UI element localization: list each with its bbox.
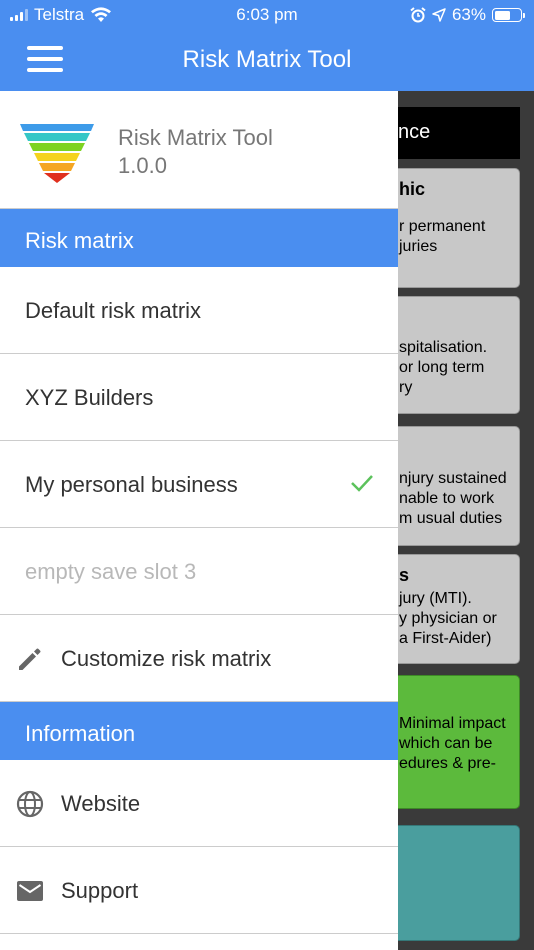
globe-icon [16,790,44,818]
location-arrow-icon [432,8,446,22]
menu-item-label: My personal business [25,472,238,497]
navigation-drawer: Risk Matrix Tool 1.0.0 Risk matrix Defau… [0,91,398,950]
section-header-risk-matrix: Risk matrix [0,209,398,267]
bg-card-major[interactable]: spitalisation. or long term ry [398,296,520,414]
menu-item-empty-save-slot-3[interactable]: empty save slot 3 [0,528,398,615]
bg-column-header: nce [398,107,520,159]
menu-item-label: Website [61,791,141,816]
menu-item-default-risk-matrix[interactable]: Default risk matrix [0,267,398,354]
app-title: Risk Matrix Tool [182,46,352,73]
risk-pyramid-logo-icon [20,124,94,183]
mail-icon [17,881,43,901]
bg-card-insignificant[interactable]: Minimal impact which can be edures & pre… [398,675,520,809]
bg-card-moderate[interactable]: njury sustained nable to work m usual du… [398,426,520,546]
section-header-information: Information [0,702,398,760]
battery-icon [492,8,525,22]
drawer-header: Risk Matrix Tool 1.0.0 [0,91,398,209]
menu-item-label: XYZ Builders [25,385,154,410]
app-bar: Risk Matrix Tool [0,30,534,91]
pencil-icon [19,648,41,670]
menu-item-support[interactable]: Support [0,847,398,934]
bg-card-teal[interactable] [398,825,520,941]
battery-percent: 63% [451,5,486,24]
menu-item-website[interactable]: Website [0,760,398,847]
bg-card-minor[interactable]: s jury (MTI). y physician or a First-Aid… [398,554,520,664]
menu-item-label: Default risk matrix [25,298,202,323]
menu-item-label: Customize risk matrix [61,646,272,671]
menu-item-label: empty save slot 3 [25,559,197,584]
drawer-app-info: Risk Matrix Tool 1.0.0 [118,124,273,180]
checkmark-icon [351,475,373,492]
menu-item-label: Support [61,878,139,903]
menu-item-xyz-builders[interactable]: XYZ Builders [0,354,398,441]
alarm-icon [410,7,426,23]
status-right: 63% [410,5,525,25]
menu-item-customize-risk-matrix[interactable]: Customize risk matrix [0,615,398,702]
drawer-app-name: Risk Matrix Tool [118,125,273,150]
drawer-app-version: 1.0.0 [118,153,167,178]
status-bar: Telstra 6:03 pm 63% [0,0,534,30]
menu-item-my-personal-business[interactable]: My personal business [0,441,398,528]
background-content: nce hic r permanent juries spitalisation… [398,91,534,950]
bg-card-catastrophic[interactable]: hic r permanent juries [398,168,520,288]
